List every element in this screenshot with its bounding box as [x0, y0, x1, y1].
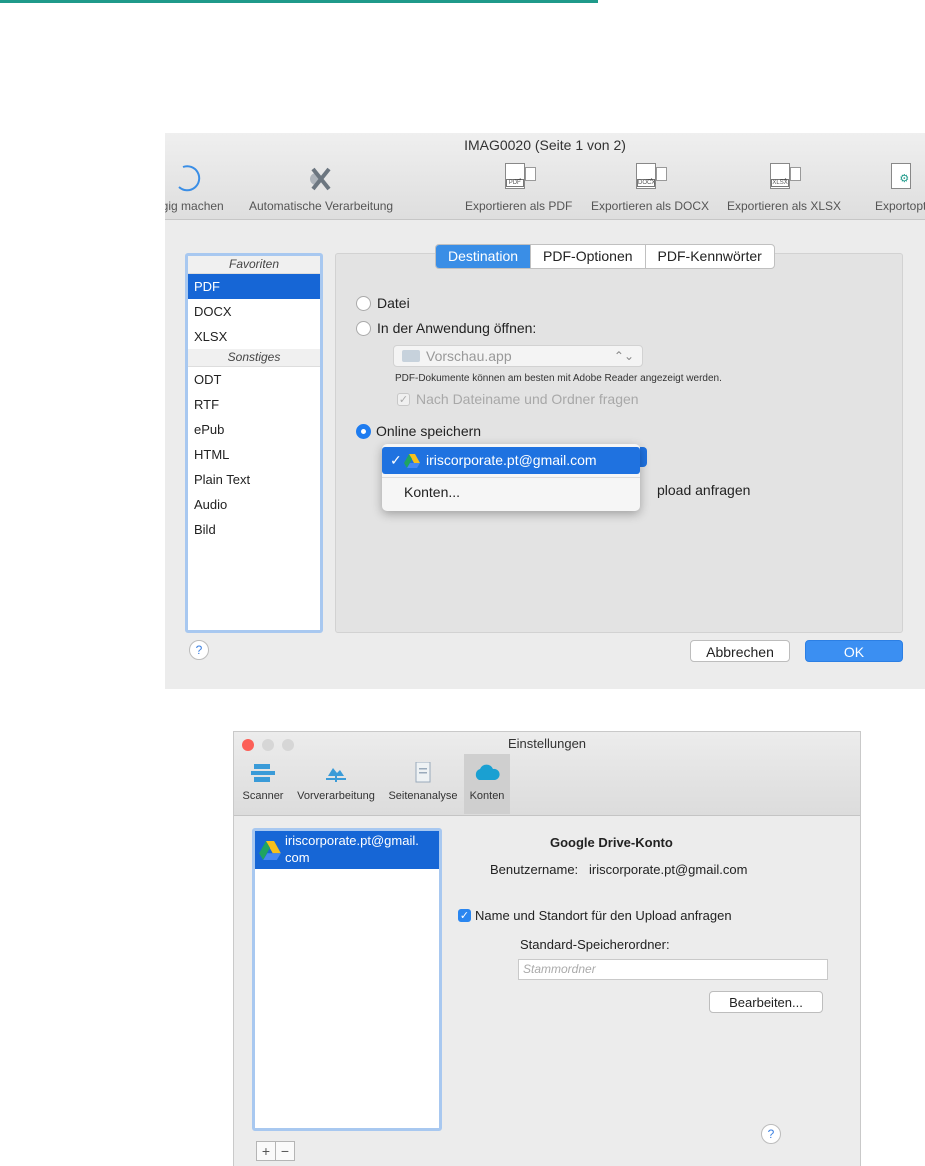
export-window: IMAG0020 (Seite 1 von 2) ngig machen Aut…: [165, 133, 925, 689]
tab-konten-label: Konten: [469, 790, 505, 802]
options-tabs: Destination PDF-Optionen PDF-Kennwörter: [435, 244, 775, 269]
google-drive-icon: [259, 841, 281, 860]
updown-chevron-icon: ⌃⌄: [613, 349, 634, 363]
preview-app-icon: [402, 350, 420, 362]
ask-name-folder-checkbox[interactable]: ✓: [397, 393, 410, 406]
account-heading: Google Drive-Konto: [550, 835, 673, 850]
export-docx-label: Exportieren als DOCX: [591, 199, 710, 213]
adobe-hint: PDF-Dokumente können am besten mit Adobe…: [395, 373, 722, 384]
options-panel: [335, 253, 903, 633]
upload-ask-label-partial: pload anfragen: [657, 482, 751, 498]
export-xlsx-button[interactable]: XLSX → Exportieren als XLSX: [727, 163, 841, 213]
format-item-bild[interactable]: Bild: [188, 517, 320, 542]
ok-button[interactable]: OK: [805, 640, 903, 662]
settings-window: Einstellungen Scanner Vorverarbeitung Se…: [233, 731, 861, 1166]
docx-document-icon: DOCX →: [632, 163, 668, 195]
export-options-icon: ⚙: [887, 163, 923, 195]
remove-account-button[interactable]: −: [275, 1141, 295, 1161]
menu-item-selected-account[interactable]: ✓ iriscorporate.pt@gmail.com: [382, 447, 640, 474]
account-list-item[interactable]: iriscorporate.pt@gmail. com: [255, 831, 439, 869]
page-analysis-icon: [384, 761, 462, 784]
scanner-icon: [238, 762, 288, 784]
username-value: iriscorporate.pt@gmail.com: [589, 862, 748, 877]
menu-separator: [382, 477, 640, 478]
undo-icon: [171, 163, 207, 195]
tab-vorverarbeitung[interactable]: Vorverarbeitung: [290, 754, 382, 814]
pdf-document-icon: PDF →: [501, 163, 537, 195]
undo-label: ngig machen: [165, 199, 224, 213]
cancel-button[interactable]: Abbrechen: [690, 640, 790, 662]
format-sidebar: Favoriten PDF DOCX XLSX Sonstiges ODT RT…: [185, 253, 323, 633]
settings-help-button[interactable]: ?: [761, 1124, 781, 1144]
default-folder-label: Standard-Speicherordner:: [520, 937, 670, 952]
export-options-button[interactable]: ⚙ Exportoptio: [875, 163, 925, 213]
xlsx-document-icon: XLSX →: [766, 163, 802, 195]
format-item-xlsx[interactable]: XLSX: [188, 324, 320, 349]
account-popup-button-edge[interactable]: [640, 447, 647, 467]
account-line-1: iriscorporate.pt@gmail.: [285, 833, 419, 848]
auto-processing-icon: [303, 163, 339, 195]
auto-processing-button[interactable]: Automatische Verarbeitung: [249, 163, 393, 213]
ask-name-folder-label: Nach Dateiname und Ordner fragen: [416, 391, 639, 407]
export-pdf-button[interactable]: PDF → Exportieren als PDF: [465, 163, 572, 213]
settings-title: Einstellungen: [507, 736, 587, 751]
other-header: Sonstiges: [188, 349, 320, 367]
format-item-audio[interactable]: Audio: [188, 492, 320, 517]
tab-seitenanalyse[interactable]: Seitenanalyse: [384, 754, 462, 814]
export-pdf-label: Exportieren als PDF: [465, 199, 573, 213]
account-line-2: com: [285, 850, 310, 865]
format-item-rtf[interactable]: RTF: [188, 392, 320, 417]
export-toolbar: IMAG0020 (Seite 1 von 2) ngig machen Aut…: [165, 133, 925, 220]
format-item-plain-text[interactable]: Plain Text: [188, 467, 320, 492]
tab-pdf-passwords[interactable]: PDF-Kennwörter: [646, 245, 774, 268]
open-in-app-label: In der Anwendung öffnen:: [377, 320, 537, 336]
file-label: Datei: [377, 295, 410, 311]
tab-konten[interactable]: Konten: [464, 754, 510, 814]
undo-button[interactable]: ngig machen: [165, 163, 224, 213]
auto-processing-label: Automatische Verarbeitung: [249, 199, 394, 213]
favorites-header: Favoriten: [188, 256, 320, 274]
tab-scanner[interactable]: Scanner: [238, 754, 288, 814]
export-docx-button[interactable]: DOCX → Exportieren als DOCX: [591, 163, 709, 213]
format-item-html[interactable]: HTML: [188, 442, 320, 467]
account-list: iriscorporate.pt@gmail. com: [252, 828, 442, 1131]
account-dropdown-menu: ✓ iriscorporate.pt@gmail.com Konten...: [382, 444, 640, 511]
format-item-pdf[interactable]: PDF: [188, 274, 320, 299]
edit-button[interactable]: Bearbeiten...: [709, 991, 823, 1013]
checkmark-icon: ✓: [390, 452, 402, 468]
tab-pdf-options[interactable]: PDF-Optionen: [531, 245, 646, 268]
upload-ask-label: Name und Standort für den Upload anfrage…: [475, 908, 732, 923]
username-label: Benutzername:: [490, 862, 579, 877]
app-select[interactable]: Vorschau.app ⌃⌄: [393, 345, 643, 367]
online-save-label: Online speichern: [376, 423, 482, 439]
google-drive-icon: [404, 454, 420, 468]
preprocessing-icon: [290, 762, 382, 784]
upload-ask-checkbox[interactable]: ✓: [458, 909, 471, 922]
export-options-label: Exportoptio: [875, 199, 925, 213]
selected-account-label: iriscorporate.pt@gmail.com: [426, 452, 597, 468]
tab-seitenanalyse-label: Seitenanalyse: [388, 790, 458, 802]
app-select-value: Vorschau.app: [426, 348, 512, 364]
help-button[interactable]: ?: [189, 640, 209, 660]
format-item-odt[interactable]: ODT: [188, 367, 320, 392]
file-radio[interactable]: [356, 296, 371, 311]
export-xlsx-label: Exportieren als XLSX: [727, 199, 842, 213]
format-item-docx[interactable]: DOCX: [188, 299, 320, 324]
add-account-button[interactable]: +: [256, 1141, 276, 1161]
online-save-radio[interactable]: [356, 424, 371, 439]
default-folder-field[interactable]: Stammordner: [518, 959, 828, 980]
tab-destination[interactable]: Destination: [436, 245, 532, 268]
tab-vorverarbeitung-label: Vorverarbeitung: [297, 790, 375, 802]
window-title: IMAG0020 (Seite 1 von 2): [464, 137, 626, 153]
format-item-epub[interactable]: ePub: [188, 417, 320, 442]
menu-item-accounts[interactable]: Konten...: [404, 484, 460, 500]
open-in-app-radio[interactable]: [356, 321, 371, 336]
settings-toolbar: Einstellungen Scanner Vorverarbeitung Se…: [234, 732, 860, 816]
tab-scanner-label: Scanner: [242, 790, 284, 802]
top-accent-line: [0, 0, 598, 3]
cloud-icon: [464, 762, 510, 784]
